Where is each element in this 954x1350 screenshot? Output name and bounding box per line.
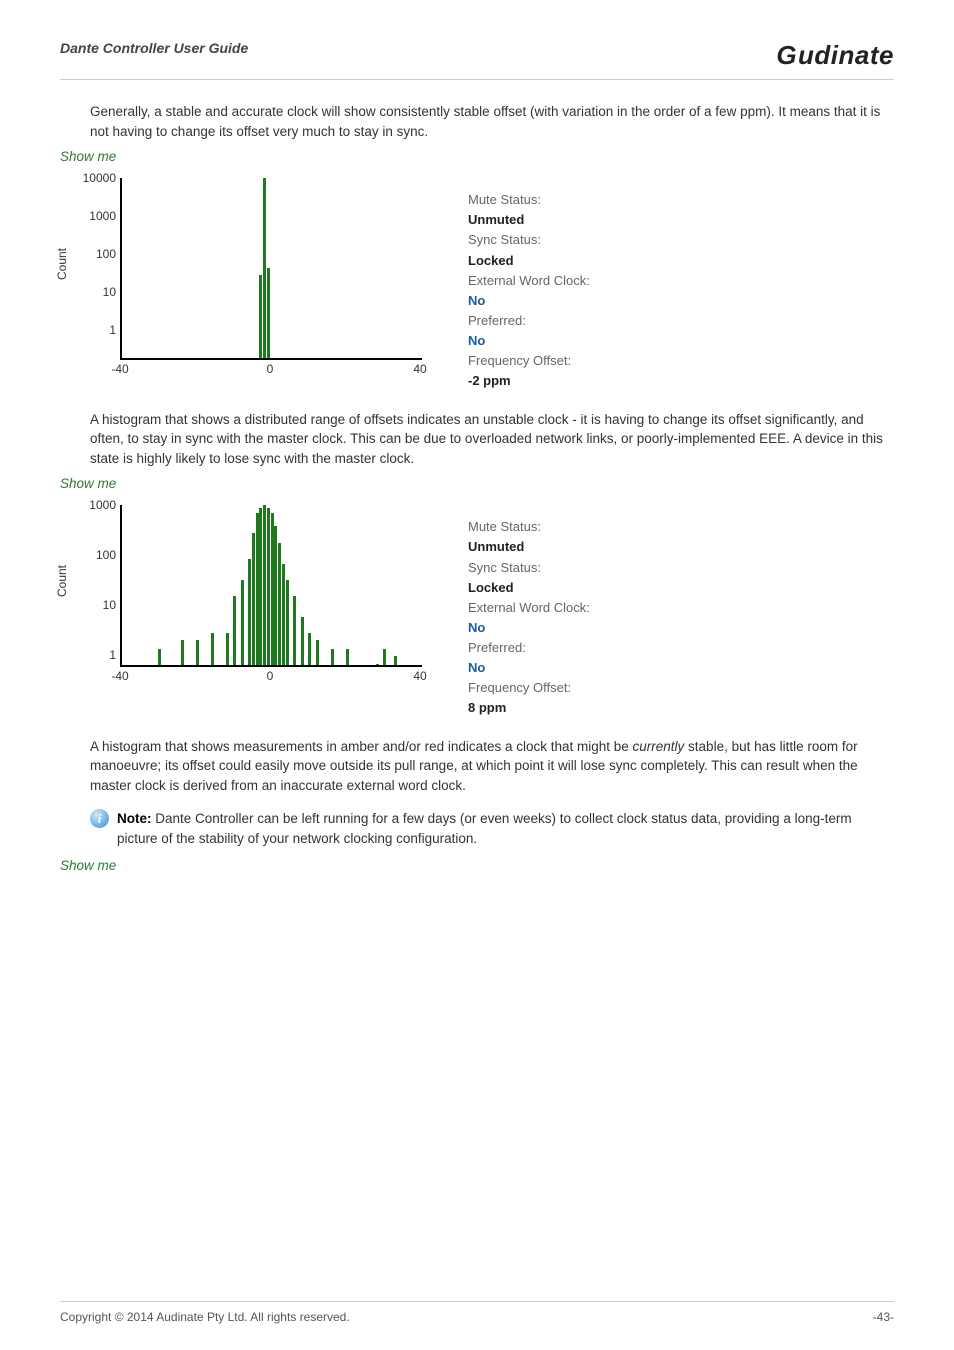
- histogram-bar: [293, 596, 296, 665]
- histogram-bar: [301, 617, 304, 665]
- histogram-bar: [376, 664, 379, 665]
- note-text: Note: Dante Controller can be left runni…: [117, 809, 894, 848]
- histogram-bar: [181, 640, 184, 665]
- histogram-bar: [346, 649, 349, 665]
- page-header: Dante Controller User Guide Gudinate: [60, 40, 894, 80]
- histogram-bar: [263, 178, 266, 358]
- xtick: 0: [267, 362, 274, 376]
- ytick: 100: [80, 247, 116, 261]
- mute-status-label: Mute Status:: [468, 517, 590, 537]
- histogram-bar: [252, 533, 255, 665]
- histogram-bar: [196, 640, 199, 665]
- preferred-label: Preferred:: [468, 311, 590, 331]
- ewc-label: External Word Clock:: [468, 598, 590, 618]
- xtick: 40: [413, 669, 426, 683]
- freq-offset-value: -2 ppm: [468, 371, 590, 391]
- xtick: 40: [413, 362, 426, 376]
- note-block: i Note: Dante Controller can be left run…: [90, 809, 894, 848]
- histogram-bar: [241, 580, 244, 665]
- info-icon: i: [90, 809, 109, 828]
- paragraph-unstable-clock: A histogram that shows a distributed ran…: [90, 410, 894, 469]
- logo-mark-icon: G: [776, 40, 797, 71]
- freq-offset-label: Frequency Offset:: [468, 678, 590, 698]
- histogram-bar: [158, 649, 161, 665]
- ytick: 1: [80, 648, 116, 662]
- preferred-label: Preferred:: [468, 638, 590, 658]
- mute-status-value: Unmuted: [468, 210, 590, 230]
- histogram-bar: [256, 513, 259, 665]
- freq-offset-label: Frequency Offset:: [468, 351, 590, 371]
- sync-status-value: Locked: [468, 578, 590, 598]
- sync-status-value: Locked: [468, 251, 590, 271]
- logo-text: udinate: [798, 40, 894, 71]
- paragraph-stable-clock: Generally, a stable and accurate clock w…: [90, 102, 894, 141]
- histogram-bar: [282, 564, 285, 665]
- p3-emph: currently: [633, 739, 685, 754]
- ytick: 10000: [80, 171, 116, 185]
- histogram-bar: [308, 633, 311, 665]
- chart-2-block: Count 1000 100 10 1 -40 0 40 Mute Status…: [60, 497, 894, 718]
- ytick: 1: [80, 323, 116, 337]
- show-me-link-3[interactable]: Show me: [60, 858, 894, 873]
- paragraph-amber-red: A histogram that shows measurements in a…: [90, 737, 894, 796]
- chart-1-ylabel: Count: [55, 248, 69, 280]
- histogram-bar: [394, 656, 397, 665]
- xtick: -40: [111, 669, 128, 683]
- histogram-bar: [383, 649, 386, 665]
- histogram-bar: [226, 633, 229, 665]
- chart-2: Count 1000 100 10 1 -40 0 40: [60, 497, 440, 697]
- page-number: -43-: [873, 1310, 894, 1324]
- brand-logo: Gudinate: [776, 40, 894, 71]
- preferred-value: No: [468, 658, 590, 678]
- chart-1-plot: [120, 178, 422, 360]
- p3-part-a: A histogram that shows measurements in a…: [90, 739, 633, 754]
- show-me-link-1[interactable]: Show me: [60, 149, 894, 164]
- ewc-value: No: [468, 618, 590, 638]
- ewc-label: External Word Clock:: [468, 271, 590, 291]
- histogram-bar: [271, 513, 274, 665]
- sync-status-label: Sync Status:: [468, 558, 590, 578]
- histogram-bar: [263, 505, 266, 665]
- histogram-bar: [211, 633, 214, 665]
- ytick: 10: [80, 285, 116, 299]
- histogram-bar: [233, 596, 236, 665]
- sync-status-label: Sync Status:: [468, 230, 590, 250]
- freq-offset-value: 8 ppm: [468, 698, 590, 718]
- histogram-bar: [259, 508, 262, 666]
- show-me-link-2[interactable]: Show me: [60, 476, 894, 491]
- copyright-text: Copyright © 2014 Audinate Pty Ltd. All r…: [60, 1310, 350, 1324]
- chart-1: Count 10000 1000 100 10 1 -40 0 40: [60, 170, 440, 390]
- ytick: 1000: [80, 209, 116, 223]
- mute-status-label: Mute Status:: [468, 190, 590, 210]
- chart-2-plot: [120, 505, 422, 667]
- histogram-bar: [331, 649, 334, 665]
- note-lead: Note:: [117, 811, 152, 826]
- ytick: 1000: [80, 498, 116, 512]
- ytick: 10: [80, 598, 116, 612]
- histogram-bar: [248, 559, 251, 666]
- xtick: 0: [267, 669, 274, 683]
- preferred-value: No: [468, 331, 590, 351]
- xtick: -40: [111, 362, 128, 376]
- histogram-bar: [267, 508, 270, 666]
- ewc-value: No: [468, 291, 590, 311]
- chart-1-status: Mute Status: Unmuted Sync Status: Locked…: [468, 190, 590, 391]
- ytick: 100: [80, 548, 116, 562]
- histogram-bar: [316, 640, 319, 665]
- note-body: Dante Controller can be left running for…: [117, 811, 852, 846]
- chart-2-status: Mute Status: Unmuted Sync Status: Locked…: [468, 517, 590, 718]
- page-footer: Copyright © 2014 Audinate Pty Ltd. All r…: [60, 1301, 894, 1324]
- mute-status-value: Unmuted: [468, 537, 590, 557]
- chart-2-ylabel: Count: [55, 565, 69, 597]
- chart-1-block: Count 10000 1000 100 10 1 -40 0 40 Mute …: [60, 170, 894, 391]
- histogram-bar: [286, 580, 289, 665]
- header-title: Dante Controller User Guide: [60, 40, 248, 56]
- histogram-bar: [274, 526, 277, 665]
- histogram-bar: [259, 275, 262, 358]
- histogram-bar: [267, 268, 270, 358]
- histogram-bar: [278, 543, 281, 666]
